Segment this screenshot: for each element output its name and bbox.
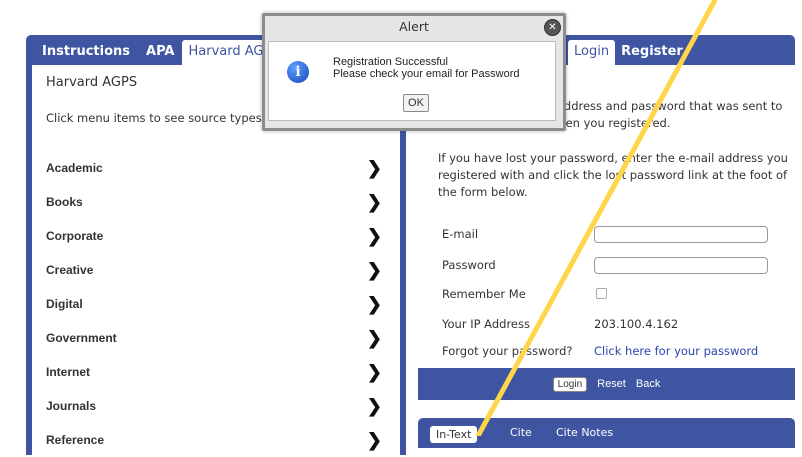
chevron-right-icon: ❯: [366, 225, 382, 246]
password-field[interactable]: [594, 257, 768, 274]
chevron-right-icon: ❯: [366, 395, 382, 416]
form-button-bar: Login Reset Back: [418, 368, 795, 400]
chevron-right-icon: ❯: [366, 157, 382, 178]
menu-item-journals[interactable]: Journals ❯: [46, 389, 386, 423]
left-tabbar: Instructions APA Harvard AGPS: [26, 35, 286, 65]
menu-item-digital[interactable]: Digital ❯: [46, 287, 386, 321]
tab-instructions[interactable]: Instructions: [34, 44, 138, 65]
tab-cite[interactable]: Cite: [510, 426, 532, 439]
menu-item-label: Reference: [46, 433, 105, 447]
menu-item-label: Journals: [46, 399, 97, 413]
ok-button[interactable]: OK: [403, 94, 429, 112]
lost-password-instructions: If you have lost your password, enter th…: [438, 151, 788, 199]
menu-item-reference[interactable]: Reference ❯: [46, 423, 386, 457]
remember-checkbox[interactable]: [596, 288, 607, 299]
section-title: Harvard AGPS: [46, 75, 138, 90]
tab-cite-notes[interactable]: Cite Notes: [556, 426, 613, 439]
close-icon[interactable]: ✕: [544, 19, 561, 36]
password-row: Password: [442, 257, 782, 278]
alert-line-1: Registration Successful: [333, 56, 448, 68]
citation-output-panel: In-Text Cite Cite Notes: [418, 418, 795, 448]
menu-item-label: Digital: [46, 297, 83, 311]
login-button[interactable]: Login: [552, 376, 588, 392]
chevron-right-icon: ❯: [366, 191, 382, 212]
chevron-right-icon: ❯: [366, 259, 382, 280]
menu-item-label: Books: [46, 195, 83, 209]
source-type-menu: Academic ❯ Books ❯ Corporate ❯ Creative ❯ Di…: [46, 151, 386, 457]
menu-item-academic[interactable]: Academic ❯: [46, 151, 386, 185]
ip-row: Your IP Address 203.100.4.162: [442, 317, 782, 337]
tab-apa[interactable]: APA: [138, 44, 182, 65]
remember-row: Remember Me: [442, 287, 782, 307]
alert-line-2: Please check your email for Password: [333, 68, 520, 80]
remember-label: Remember Me: [442, 287, 526, 301]
chevron-right-icon: ❯: [366, 361, 382, 382]
password-label: Password: [442, 258, 496, 272]
email-field[interactable]: [594, 226, 768, 243]
chevron-right-icon: ❯: [366, 327, 382, 348]
forgot-label: Forgot your password?: [442, 344, 573, 358]
alert-body: i Registration Successful Please check y…: [268, 41, 556, 121]
menu-item-label: Government: [46, 331, 117, 345]
ip-label: Your IP Address: [442, 317, 530, 331]
menu-item-label: Creative: [46, 263, 94, 277]
email-row: E-mail: [442, 226, 782, 247]
menu-item-corporate[interactable]: Corporate ❯: [46, 219, 386, 253]
info-icon: i: [287, 61, 309, 83]
menu-item-government[interactable]: Government ❯: [46, 321, 386, 355]
right-tabbar: Login Register: [568, 35, 689, 65]
section-hint: Click menu items to see source types: [46, 111, 262, 125]
menu-item-creative[interactable]: Creative ❯: [46, 253, 386, 287]
chevron-right-icon: ❯: [366, 293, 382, 314]
tab-in-text[interactable]: In-Text: [430, 426, 478, 443]
alert-dialog: Alert ✕ i Registration Successful Please…: [262, 13, 566, 131]
chevron-right-icon: ❯: [366, 429, 382, 450]
forgot-row: Forgot your password? Click here for you…: [442, 344, 782, 364]
menu-item-label: Internet: [46, 365, 91, 379]
alert-title: Alert: [399, 19, 429, 34]
tab-login[interactable]: Login: [568, 40, 616, 65]
ip-value: 203.100.4.162: [594, 317, 679, 331]
menu-item-books[interactable]: Books ❯: [46, 185, 386, 219]
menu-item-internet[interactable]: Internet ❯: [46, 355, 386, 389]
menu-item-label: Corporate: [46, 229, 104, 243]
alert-message: Registration Successful Please check you…: [333, 56, 519, 80]
forgot-password-link[interactable]: Click here for your password: [594, 344, 758, 358]
menu-item-label: Academic: [46, 161, 103, 175]
reset-button[interactable]: Reset: [597, 378, 626, 390]
tab-register[interactable]: Register: [615, 44, 689, 65]
email-label: E-mail: [442, 227, 479, 241]
back-button[interactable]: Back: [636, 378, 660, 390]
